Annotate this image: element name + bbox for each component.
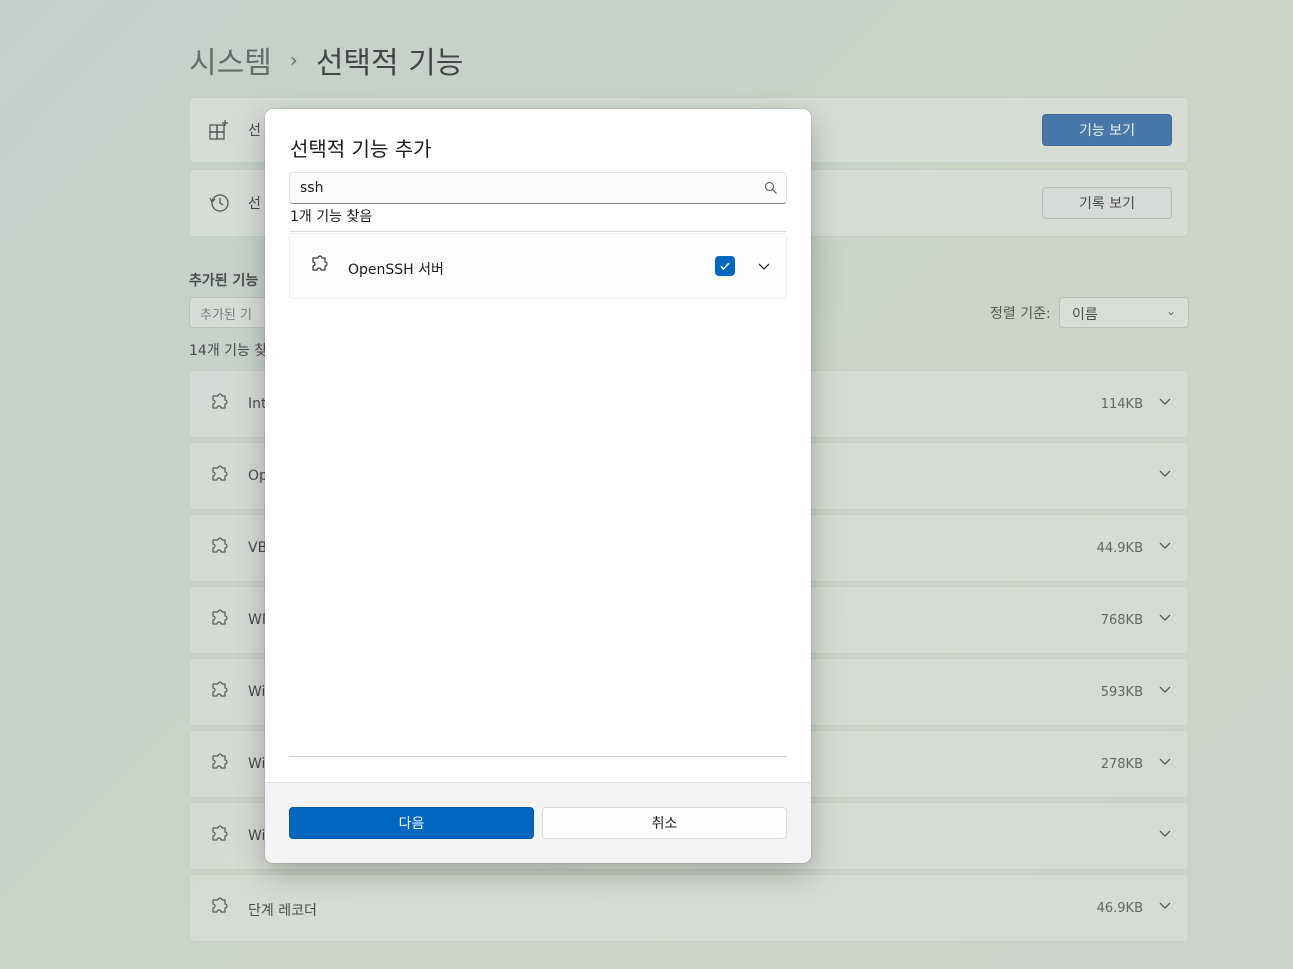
chevron-down-icon[interactable] <box>756 258 772 274</box>
dialog-search-value: ssh <box>300 180 324 196</box>
dialog-title: 선택적 기능 추가 <box>290 137 432 161</box>
dialog-search-input[interactable]: ssh <box>289 172 787 204</box>
results-count: 1개 기능 찾음 <box>290 209 373 225</box>
checkmark-icon <box>720 262 730 271</box>
dialog-footer: 다음 취소 <box>265 782 811 863</box>
feature-checkbox[interactable] <box>715 256 735 276</box>
cancel-button[interactable]: 취소 <box>542 807 787 839</box>
feature-name: OpenSSH 서버 <box>348 262 444 278</box>
add-optional-feature-dialog: 선택적 기능 추가 ssh 1개 기능 찾음 OpenSSH 서버 다음 취소 <box>265 109 811 863</box>
next-button[interactable]: 다음 <box>289 807 534 839</box>
search-icon <box>764 181 777 194</box>
list-divider <box>289 756 787 757</box>
list-item[interactable]: OpenSSH 서버 <box>289 233 787 299</box>
puzzle-icon <box>312 255 328 271</box>
list-divider <box>289 231 787 232</box>
